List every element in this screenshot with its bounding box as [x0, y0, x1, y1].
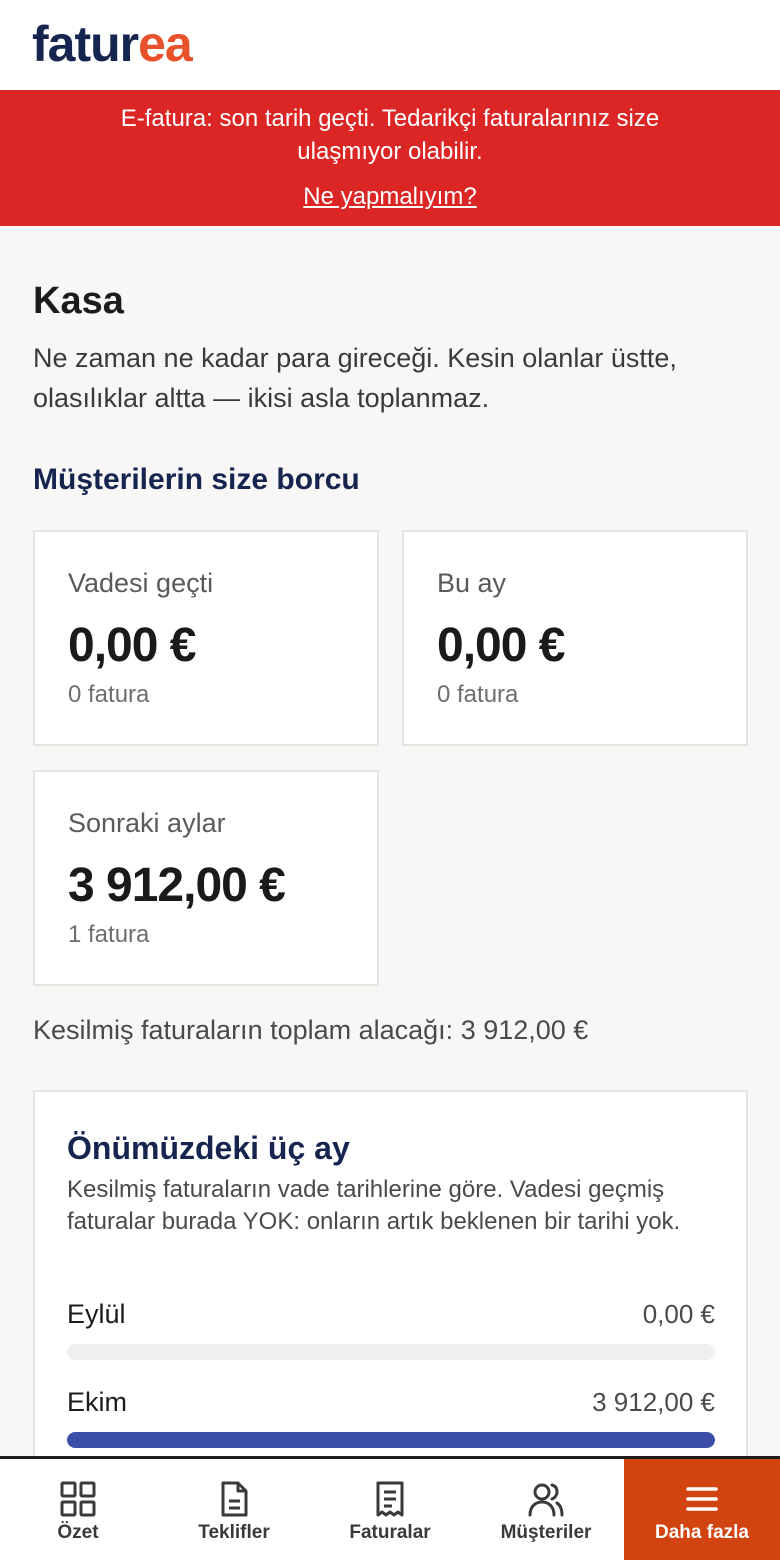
receivables-total: Kesilmiş faturaların toplam alacağı: 3 9… [33, 1015, 589, 1045]
card-label: Sonraki aylar [68, 808, 226, 838]
forecast-description: Kesilmiş faturaların vade tarihlerine gö… [67, 1176, 681, 1235]
forecast-bar-track [67, 1344, 715, 1360]
document-icon [221, 1481, 248, 1517]
alert-message: E-fatura: son tarih geçti. Tedarikçi fat… [120, 105, 660, 165]
alert-help-link[interactable]: Ne yapmalıyım? [0, 182, 780, 212]
menu-icon [686, 1487, 718, 1511]
grid-icon [60, 1481, 96, 1517]
nav-label: Faturalar [349, 1522, 431, 1543]
forecast-row: Ekim 3 912,00 € [67, 1384, 715, 1448]
nav-label: Daha fazla [655, 1522, 749, 1543]
page-subtitle: Ne zaman ne kadar para gireceği. Kesin o… [33, 343, 677, 413]
card-amount: 0,00 € [437, 619, 565, 672]
brand-logo[interactable]: faturea [32, 14, 193, 74]
receipt-icon [376, 1481, 404, 1517]
brand-logo-part2: ea [138, 16, 193, 72]
nav-item-faturalar[interactable]: Faturalar [312, 1459, 468, 1560]
nav-item-teklifler[interactable]: Teklifler [156, 1459, 312, 1560]
nav-label: Özet [57, 1522, 99, 1543]
card-count: 0 fatura [437, 681, 519, 708]
page-title: Kasa [33, 280, 124, 322]
card-label: Bu ay [437, 568, 507, 598]
receivable-card-this-month[interactable]: Bu ay 0,00 € 0 fatura [402, 530, 748, 746]
forecast-bar-track [67, 1432, 715, 1448]
users-icon [528, 1483, 564, 1517]
receivable-card-later-months[interactable]: Sonraki aylar 3 912,00 € 1 fatura [33, 770, 379, 986]
nav-item-daha-fazla[interactable]: Daha fazla [624, 1459, 780, 1560]
card-amount: 0,00 € [68, 619, 196, 672]
nav-label: Teklifler [198, 1522, 270, 1543]
einvoice-alert-banner: E-fatura: son tarih geçti. Tedarikçi fat… [0, 90, 780, 226]
forecast-month: Ekim [67, 1387, 127, 1417]
card-count: 0 fatura [68, 681, 150, 708]
nav-item-musteriler[interactable]: Müşteriler [468, 1459, 624, 1560]
card-label: Vadesi geçti [68, 568, 214, 598]
forecast-bar-fill [67, 1432, 715, 1448]
app-header: faturea [0, 0, 780, 90]
card-count: 1 fatura [68, 921, 150, 948]
receivable-card-overdue[interactable]: Vadesi geçti 0,00 € 0 fatura [33, 530, 379, 746]
forecast-panel: Önümüzdeki üç ay Kesilmiş faturaların va… [33, 1090, 748, 1470]
receivables-title: Müşterilerin size borcu [33, 463, 360, 496]
forecast-amount: 3 912,00 € [592, 1387, 715, 1417]
bottom-navigation: Özet Teklifler Faturalar Müşteriler Daha… [0, 1456, 780, 1560]
brand-logo-part1: fatur [32, 16, 139, 72]
nav-label: Müşteriler [500, 1522, 592, 1543]
card-amount: 3 912,00 € [68, 859, 286, 912]
forecast-row: Eylül 0,00 € [67, 1296, 715, 1360]
forecast-month: Eylül [67, 1299, 126, 1329]
forecast-title: Önümüzdeki üç ay [67, 1130, 350, 1166]
nav-item-ozet[interactable]: Özet [0, 1459, 156, 1560]
forecast-amount: 0,00 € [642, 1299, 715, 1329]
